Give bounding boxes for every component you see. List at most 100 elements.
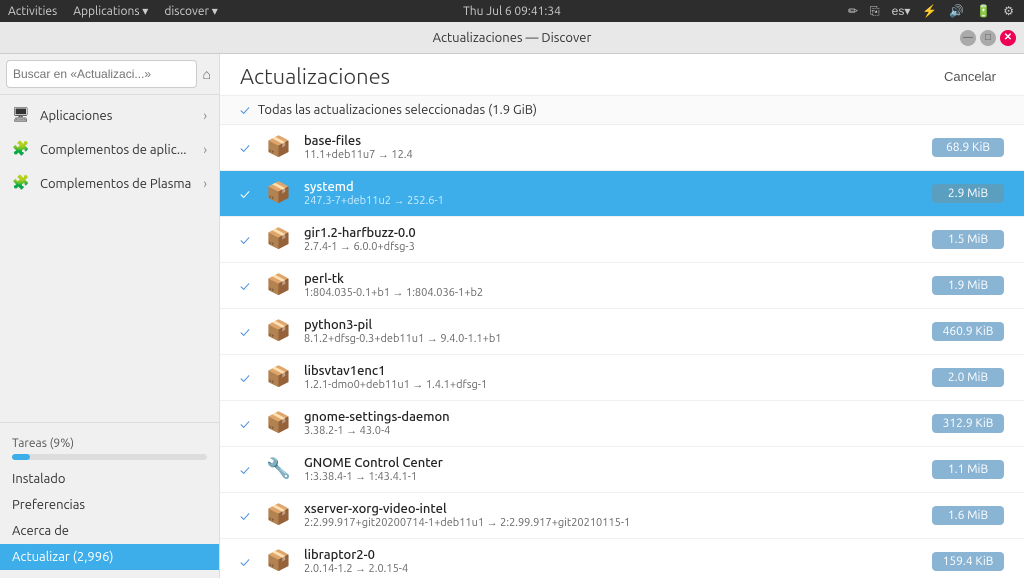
content-header: Actualizaciones Cancelar — [220, 54, 1024, 96]
pkg-version: 1:3.38.4-1 → 1:43.4.1-1 — [304, 471, 932, 483]
applications-menu[interactable]: Applications ▾ — [73, 4, 148, 18]
close-button[interactable]: ✕ — [1000, 30, 1016, 46]
pkg-version: 2.7.4-1 → 6.0.0+dfsg-3 — [304, 241, 932, 253]
pkg-info: GNOME Control Center 1:3.38.4-1 → 1:43.4… — [304, 456, 932, 483]
pkg-icon: 📦 — [266, 502, 294, 530]
system-datetime: Thu Jul 6 09:41:34 — [463, 5, 561, 18]
window: Actualizaciones — Discover — □ ✕ ⌂ 🖥 Apl… — [0, 22, 1024, 578]
pkg-icon: 📦 — [266, 226, 294, 254]
pkg-size: 1.9 MiB — [932, 276, 1004, 295]
sidebar-item-applications-label: Aplicaciones — [40, 109, 112, 123]
sidebar-item-about[interactable]: Acerca de — [0, 518, 219, 544]
pkg-name: systemd — [304, 180, 932, 194]
activities-label[interactable]: Activities — [8, 5, 57, 18]
search-input[interactable] — [13, 67, 190, 81]
pkg-icon: 📦 — [266, 134, 294, 162]
pkg-info: perl-tk 1:804.035-0.1+b1 → 1:804.036-1+b… — [304, 272, 932, 299]
select-all-checkmark: ✓ — [240, 102, 250, 118]
package-list: ✓ 📦 base-files 11.1+deb11u7 → 12.4 68.9 … — [220, 125, 1024, 578]
maximize-button[interactable]: □ — [980, 30, 996, 46]
package-row[interactable]: ✓ 📦 python3-pil 8.1.2+dfsg-0.3+deb11u1 →… — [220, 309, 1024, 355]
pkg-icon: 📦 — [266, 318, 294, 346]
pkg-checkbox[interactable]: ✓ — [240, 508, 260, 524]
package-row[interactable]: ✓ 📦 gnome-settings-daemon 3.38.2-1 → 43.… — [220, 401, 1024, 447]
pkg-icon: 📦 — [266, 272, 294, 300]
sidebar-item-plasma[interactable]: 🧩 Complementos de Plasma › — [0, 167, 219, 201]
pkg-size: 312.9 KiB — [932, 414, 1004, 433]
pkg-name: base-files — [304, 134, 932, 148]
pkg-checkbox[interactable]: ✓ — [240, 140, 260, 156]
pkg-checkbox[interactable]: ✓ — [240, 232, 260, 248]
settings-icon[interactable]: ⚙ — [1001, 4, 1016, 18]
progress-bar-outer — [12, 454, 207, 460]
pkg-icon: 🔧 — [266, 456, 294, 484]
pkg-name: gnome-settings-daemon — [304, 410, 932, 424]
addons-arrow: › — [203, 143, 207, 157]
package-row[interactable]: ✓ 📦 systemd 247.3-7+deb11u2 → 252.6-1 2.… — [220, 171, 1024, 217]
clipboard-icon[interactable]: ⎘ — [868, 4, 882, 19]
pkg-version: 2:2.99.917+git20200714-1+deb11u1 → 2:2.9… — [304, 517, 932, 529]
sidebar-item-plasma-label: Complementos de Plasma — [40, 177, 191, 191]
pkg-info: libraptor2-0 2.0.14-1.2 → 2.0.15-4 — [304, 548, 932, 575]
search-bar[interactable] — [6, 60, 197, 88]
package-row[interactable]: ✓ 📦 libsvtav1enc1 1.2.1-dmo0+deb11u1 → 1… — [220, 355, 1024, 401]
pkg-size: 159.4 KiB — [932, 552, 1004, 571]
pkg-checkbox[interactable]: ✓ — [240, 278, 260, 294]
pkg-size: 1.5 MiB — [932, 230, 1004, 249]
pkg-size: 1.6 MiB — [932, 506, 1004, 525]
window-title: Actualizaciones — Discover — [433, 31, 592, 45]
page-title: Actualizaciones — [240, 64, 390, 89]
package-row[interactable]: ✓ 📦 perl-tk 1:804.035-0.1+b1 → 1:804.036… — [220, 263, 1024, 309]
pkg-checkbox[interactable]: ✓ — [240, 416, 260, 432]
sidebar-item-addons[interactable]: 🧩 Complementos de aplic... › — [0, 133, 219, 167]
pkg-size: 2.0 MiB — [932, 368, 1004, 387]
volume-icon[interactable]: 🔊 — [947, 4, 966, 18]
battery-icon[interactable]: 🔋 — [974, 4, 993, 18]
pkg-size: 460.9 KiB — [932, 322, 1004, 341]
system-bar-left: Activities Applications ▾ discover ▾ — [8, 4, 218, 18]
pkg-info: xserver-xorg-video-intel 2:2.99.917+git2… — [304, 502, 932, 529]
pkg-checkbox[interactable]: ✓ — [240, 324, 260, 340]
system-bar: Activities Applications ▾ discover ▾ Thu… — [0, 0, 1024, 22]
pkg-name: libraptor2-0 — [304, 548, 932, 562]
pkg-checkbox[interactable]: ✓ — [240, 370, 260, 386]
minimize-button[interactable]: — — [960, 30, 976, 46]
main-area: ⌂ 🖥 Aplicaciones › 🧩 Complementos de apl… — [0, 54, 1024, 578]
pkg-icon: 📦 — [266, 180, 294, 208]
discover-menu[interactable]: discover ▾ — [164, 4, 217, 18]
sidebar-bottom: Tareas (9%) Instalado Preferencias Acerc… — [0, 422, 219, 578]
pkg-version: 1:804.035-0.1+b1 → 1:804.036-1+b2 — [304, 287, 932, 299]
package-row[interactable]: ✓ 📦 base-files 11.1+deb11u7 → 12.4 68.9 … — [220, 125, 1024, 171]
pkg-checkbox[interactable]: ✓ — [240, 554, 260, 570]
sidebar-nav: 🖥 Aplicaciones › 🧩 Complementos de aplic… — [0, 95, 219, 422]
applications-icon: 🖥 — [12, 106, 32, 126]
package-row[interactable]: ✓ 📦 gir1.2-harfbuzz-0.0 2.7.4-1 → 6.0.0+… — [220, 217, 1024, 263]
sidebar-item-applications[interactable]: 🖥 Aplicaciones › — [0, 99, 219, 133]
pkg-size: 1.1 MiB — [932, 460, 1004, 479]
select-all-row[interactable]: ✓ Todas las actualizaciones seleccionada… — [220, 96, 1024, 125]
sidebar-item-installed[interactable]: Instalado — [0, 466, 219, 492]
sidebar-item-update[interactable]: Actualizar (2,996) — [0, 544, 219, 570]
pkg-size: 68.9 KiB — [932, 138, 1004, 157]
pkg-checkbox[interactable]: ✓ — [240, 462, 260, 478]
sidebar-item-preferences[interactable]: Preferencias — [0, 492, 219, 518]
pkg-name: python3-pil — [304, 318, 932, 332]
titlebar: Actualizaciones — Discover — □ ✕ — [0, 22, 1024, 54]
sidebar: ⌂ 🖥 Aplicaciones › 🧩 Complementos de apl… — [0, 54, 220, 578]
package-row[interactable]: ✓ 📦 xserver-xorg-video-intel 2:2.99.917+… — [220, 493, 1024, 539]
progress-section: Tareas (9%) — [0, 431, 219, 466]
pkg-checkbox[interactable]: ✓ — [240, 186, 260, 202]
pkg-name: perl-tk — [304, 272, 932, 286]
pkg-name: GNOME Control Center — [304, 456, 932, 470]
home-button[interactable]: ⌂ — [201, 66, 213, 82]
edit-icon[interactable]: ✏ — [846, 4, 860, 18]
pkg-name: libsvtav1enc1 — [304, 364, 932, 378]
package-row[interactable]: ✓ 🔧 GNOME Control Center 1:3.38.4-1 → 1:… — [220, 447, 1024, 493]
bluetooth-icon[interactable]: ⚡ — [920, 4, 939, 18]
package-row[interactable]: ✓ 📦 libraptor2-0 2.0.14-1.2 → 2.0.15-4 1… — [220, 539, 1024, 578]
pkg-icon: 📦 — [266, 410, 294, 438]
language-selector[interactable]: es▾ — [890, 4, 913, 18]
progress-bar-inner — [12, 454, 30, 460]
system-bar-right: ✏ ⎘ es▾ ⚡ 🔊 🔋 ⚙ — [846, 4, 1016, 19]
cancel-button[interactable]: Cancelar — [936, 65, 1004, 88]
